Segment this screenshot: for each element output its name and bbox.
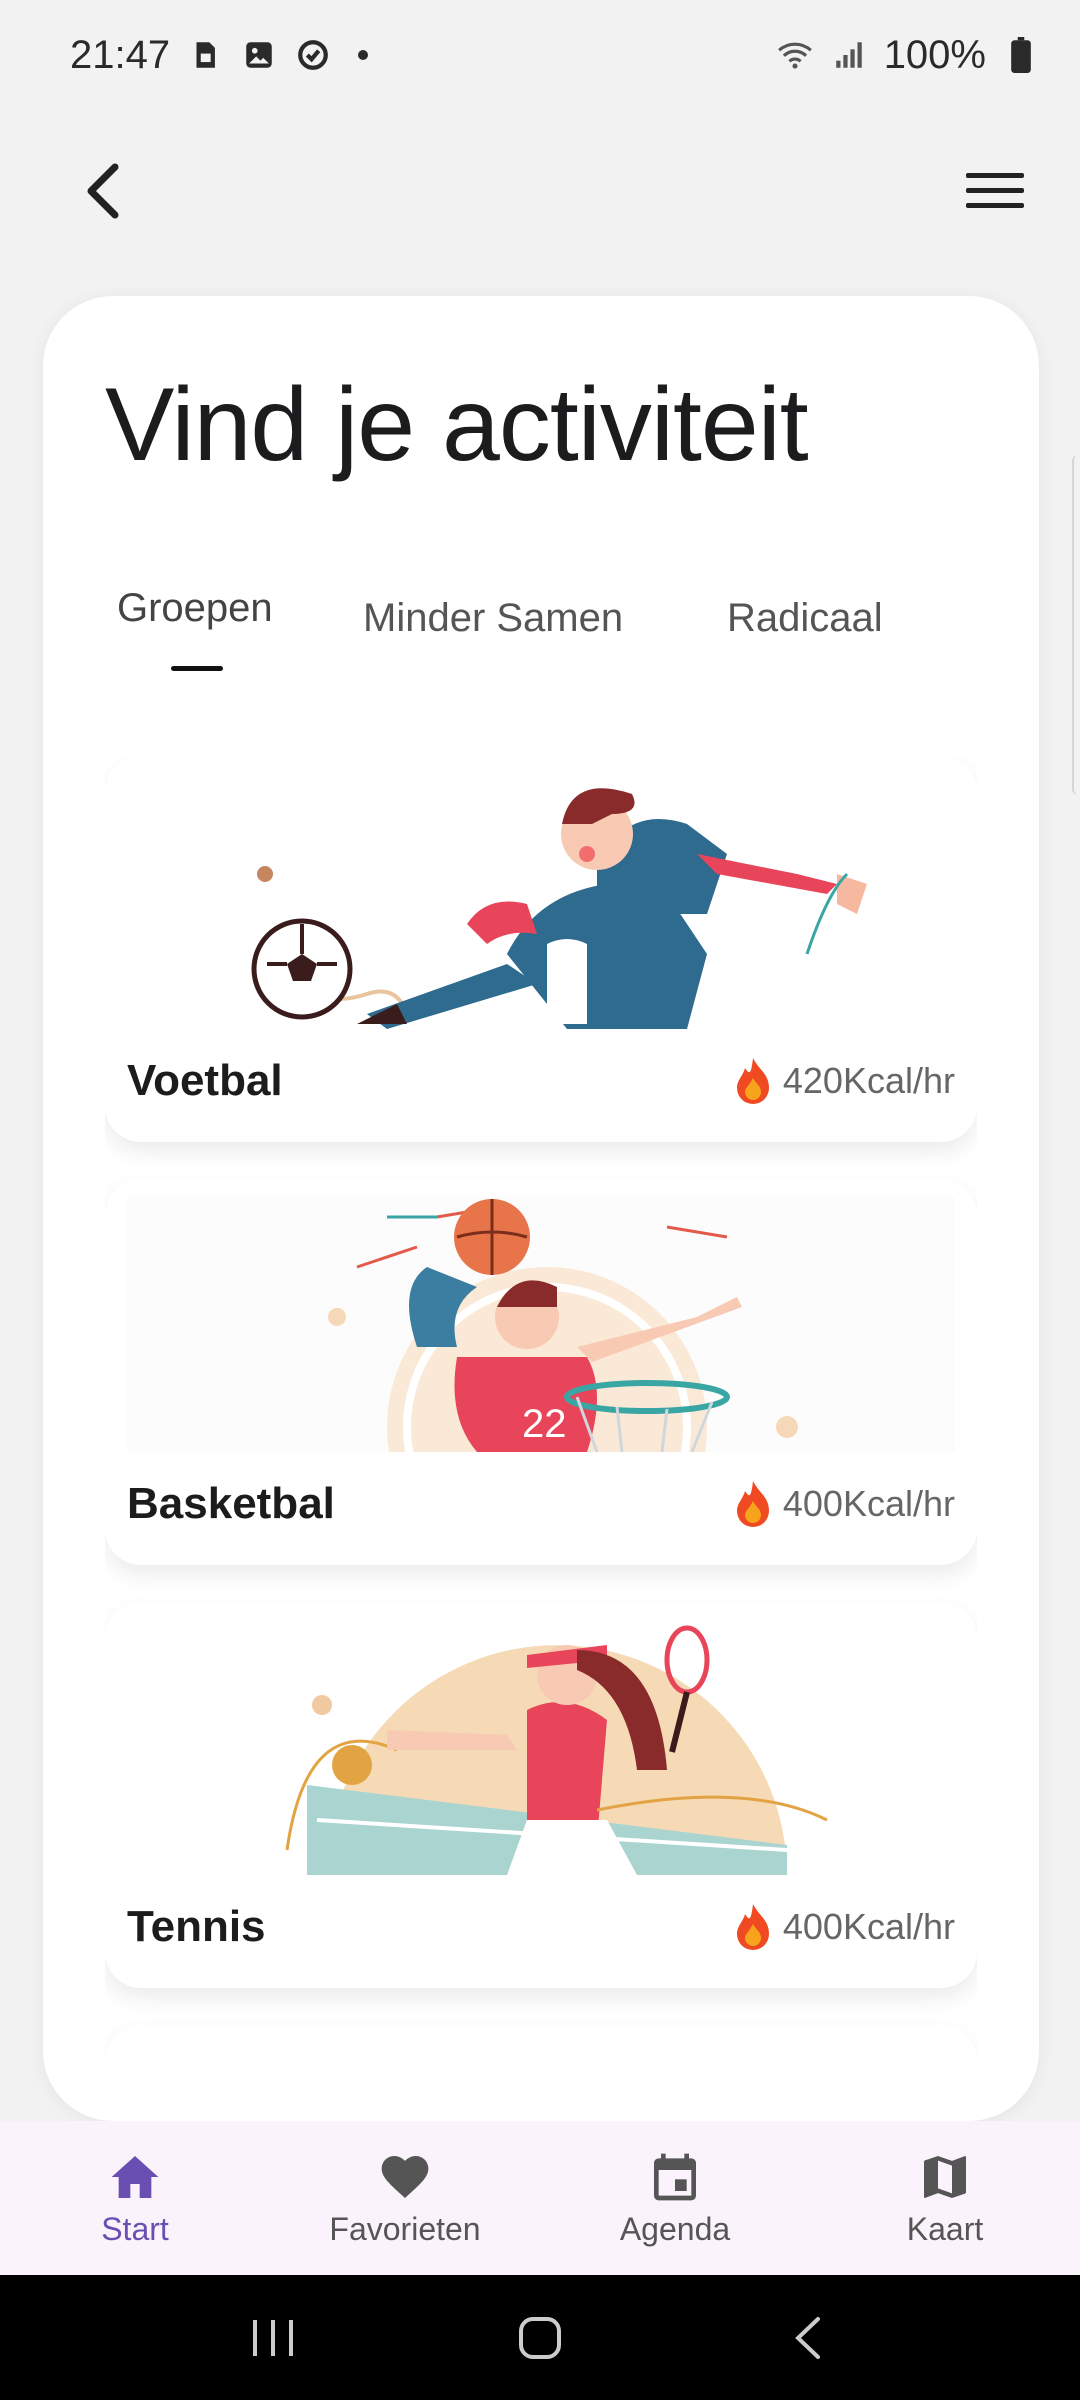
wifi-icon (776, 36, 814, 74)
svg-text:22: 22 (522, 1402, 567, 1446)
activity-card-voetbal[interactable]: Voetbal 420Kcal/hr (105, 756, 977, 1142)
tab-indicator (171, 666, 223, 671)
app-bar (0, 140, 1080, 240)
flame-icon (736, 1481, 769, 1527)
status-bar: 21:47 100% (0, 0, 1080, 110)
nav-start[interactable]: Start (0, 2121, 270, 2275)
bottom-navigation: Start Favorieten Agenda Kaart (0, 2121, 1080, 2275)
activity-kcal: 420Kcal/hr (731, 1056, 955, 1106)
status-time: 21:47 (70, 32, 171, 77)
nav-label: Agenda (619, 2210, 731, 2247)
recent-apps-icon (253, 2319, 294, 2356)
heart-icon (381, 2155, 429, 2198)
sim-icon (186, 36, 224, 74)
activity-illustration (127, 2043, 955, 2056)
nav-label: Kaart (906, 2210, 984, 2247)
menu-button[interactable] (960, 156, 1030, 226)
tab-minder-samen[interactable]: Minder Samen (363, 596, 623, 641)
activity-list[interactable]: Voetbal 420Kcal/hr 22 Basketbal 400Kcal/… (105, 756, 977, 2056)
nav-favorieten[interactable]: Favorieten (270, 2121, 540, 2275)
scroll-edge-indicator (1072, 455, 1080, 795)
tab-groepen[interactable]: Groepen (117, 586, 273, 631)
home-circle-icon (518, 2316, 561, 2359)
kcal-value: 400Kcal/hr (782, 1906, 955, 1947)
notification-dot-icon (358, 50, 369, 60)
map-icon (924, 2155, 966, 2198)
chevron-left-icon (87, 163, 119, 219)
activity-name: Tennis (127, 1902, 266, 1951)
basketball-illustration: 22 (127, 1197, 955, 1452)
nav-label: Favorieten (329, 2210, 481, 2247)
calendar-icon (654, 2153, 696, 2200)
kcal-value: 400Kcal/hr (782, 1483, 955, 1524)
page-title: Vind je activiteit (105, 367, 809, 483)
signal-icon (830, 36, 868, 74)
activity-kcal: 400Kcal/hr (731, 1479, 955, 1529)
recent-apps-button[interactable] (233, 2298, 313, 2378)
nav-label: Start (101, 2210, 169, 2247)
sync-icon (294, 36, 332, 74)
activity-card-partial[interactable] (105, 2025, 977, 2056)
nav-kaart[interactable]: Kaart (810, 2121, 1080, 2275)
kcal-value: 420Kcal/hr (782, 1060, 955, 1101)
soccer-illustration (127, 774, 955, 1029)
home-button[interactable] (500, 2298, 580, 2378)
nav-agenda[interactable]: Agenda (540, 2121, 810, 2275)
hamburger-menu-icon (966, 173, 1024, 208)
activity-card-basketbal[interactable]: 22 Basketbal 400Kcal/hr (105, 1179, 977, 1565)
activity-card-tennis[interactable]: Tennis 400Kcal/hr (105, 1602, 977, 1988)
tab-bar: Groepen Minder Samen Radicaal (43, 586, 1039, 676)
tab-radicaal[interactable]: Radicaal (727, 596, 883, 641)
system-navigation-bar (0, 2275, 1080, 2400)
activity-name: Basketbal (127, 1479, 335, 1528)
activity-kcal: 400Kcal/hr (731, 1902, 955, 1952)
tennis-illustration (127, 1620, 955, 1875)
home-icon (111, 2155, 159, 2198)
system-back-button[interactable] (767, 2298, 847, 2378)
battery-icon (1002, 36, 1040, 74)
flame-icon (736, 1058, 769, 1104)
flame-icon (736, 1904, 769, 1950)
back-arrow-icon (794, 2316, 820, 2359)
activity-name: Voetbal (127, 1056, 283, 1105)
gallery-icon (240, 36, 278, 74)
main-card: Vind je activiteit Groepen Minder Samen … (43, 296, 1039, 2121)
back-button[interactable] (70, 156, 140, 226)
battery-percentage: 100% (883, 32, 986, 77)
